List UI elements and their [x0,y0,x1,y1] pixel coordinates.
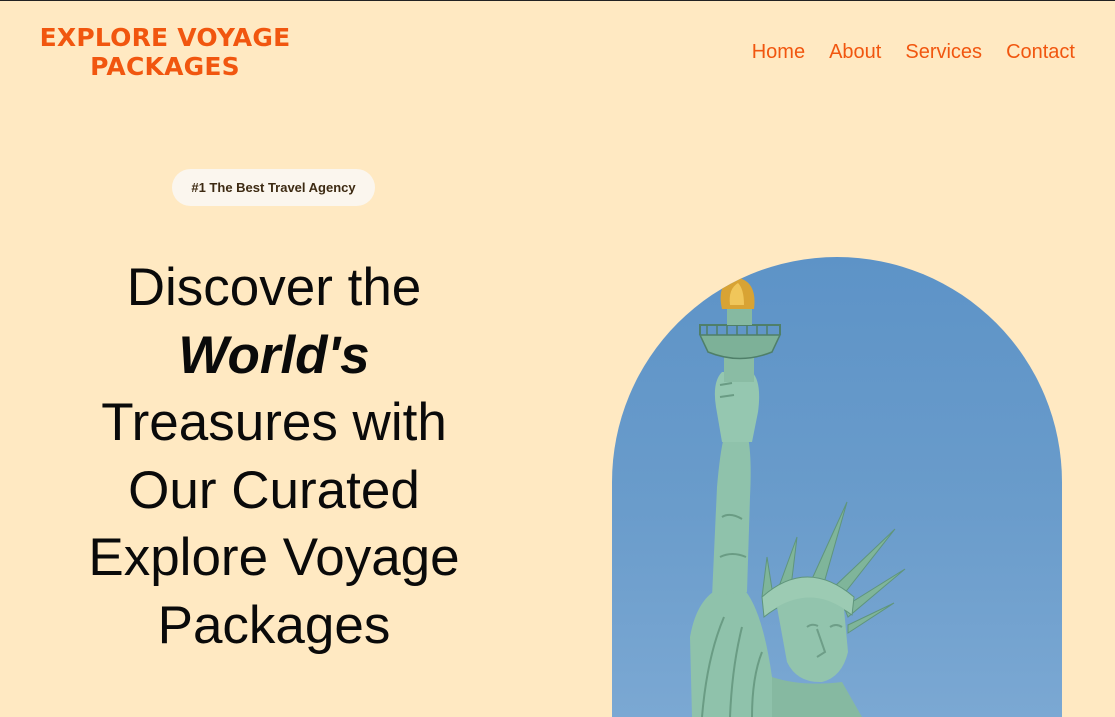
nav-about[interactable]: About [829,41,881,64]
main-nav: Home About Services Contact [752,41,1075,64]
nav-services[interactable]: Services [905,41,982,64]
hero-image [612,257,1062,717]
headline-emphasis: World's [178,325,370,385]
brand-logo[interactable]: EXPLORE VOYAGE PACKAGES [36,23,294,81]
nav-contact[interactable]: Contact [1006,41,1075,64]
brand-line-2: PACKAGES [90,52,240,81]
brand-line-1: EXPLORE VOYAGE [39,23,291,52]
hero-badge: #1 The Best Travel Agency [172,169,375,206]
hero-headline: Discover the World's Treasures with Our Cu… [74,254,474,659]
headline-part-2: Treasures with Our Curated Explore Voyag… [88,393,460,655]
nav-home[interactable]: Home [752,41,805,64]
statue-of-liberty-illustration [690,274,906,717]
headline-part-1: Discover the [126,258,422,317]
